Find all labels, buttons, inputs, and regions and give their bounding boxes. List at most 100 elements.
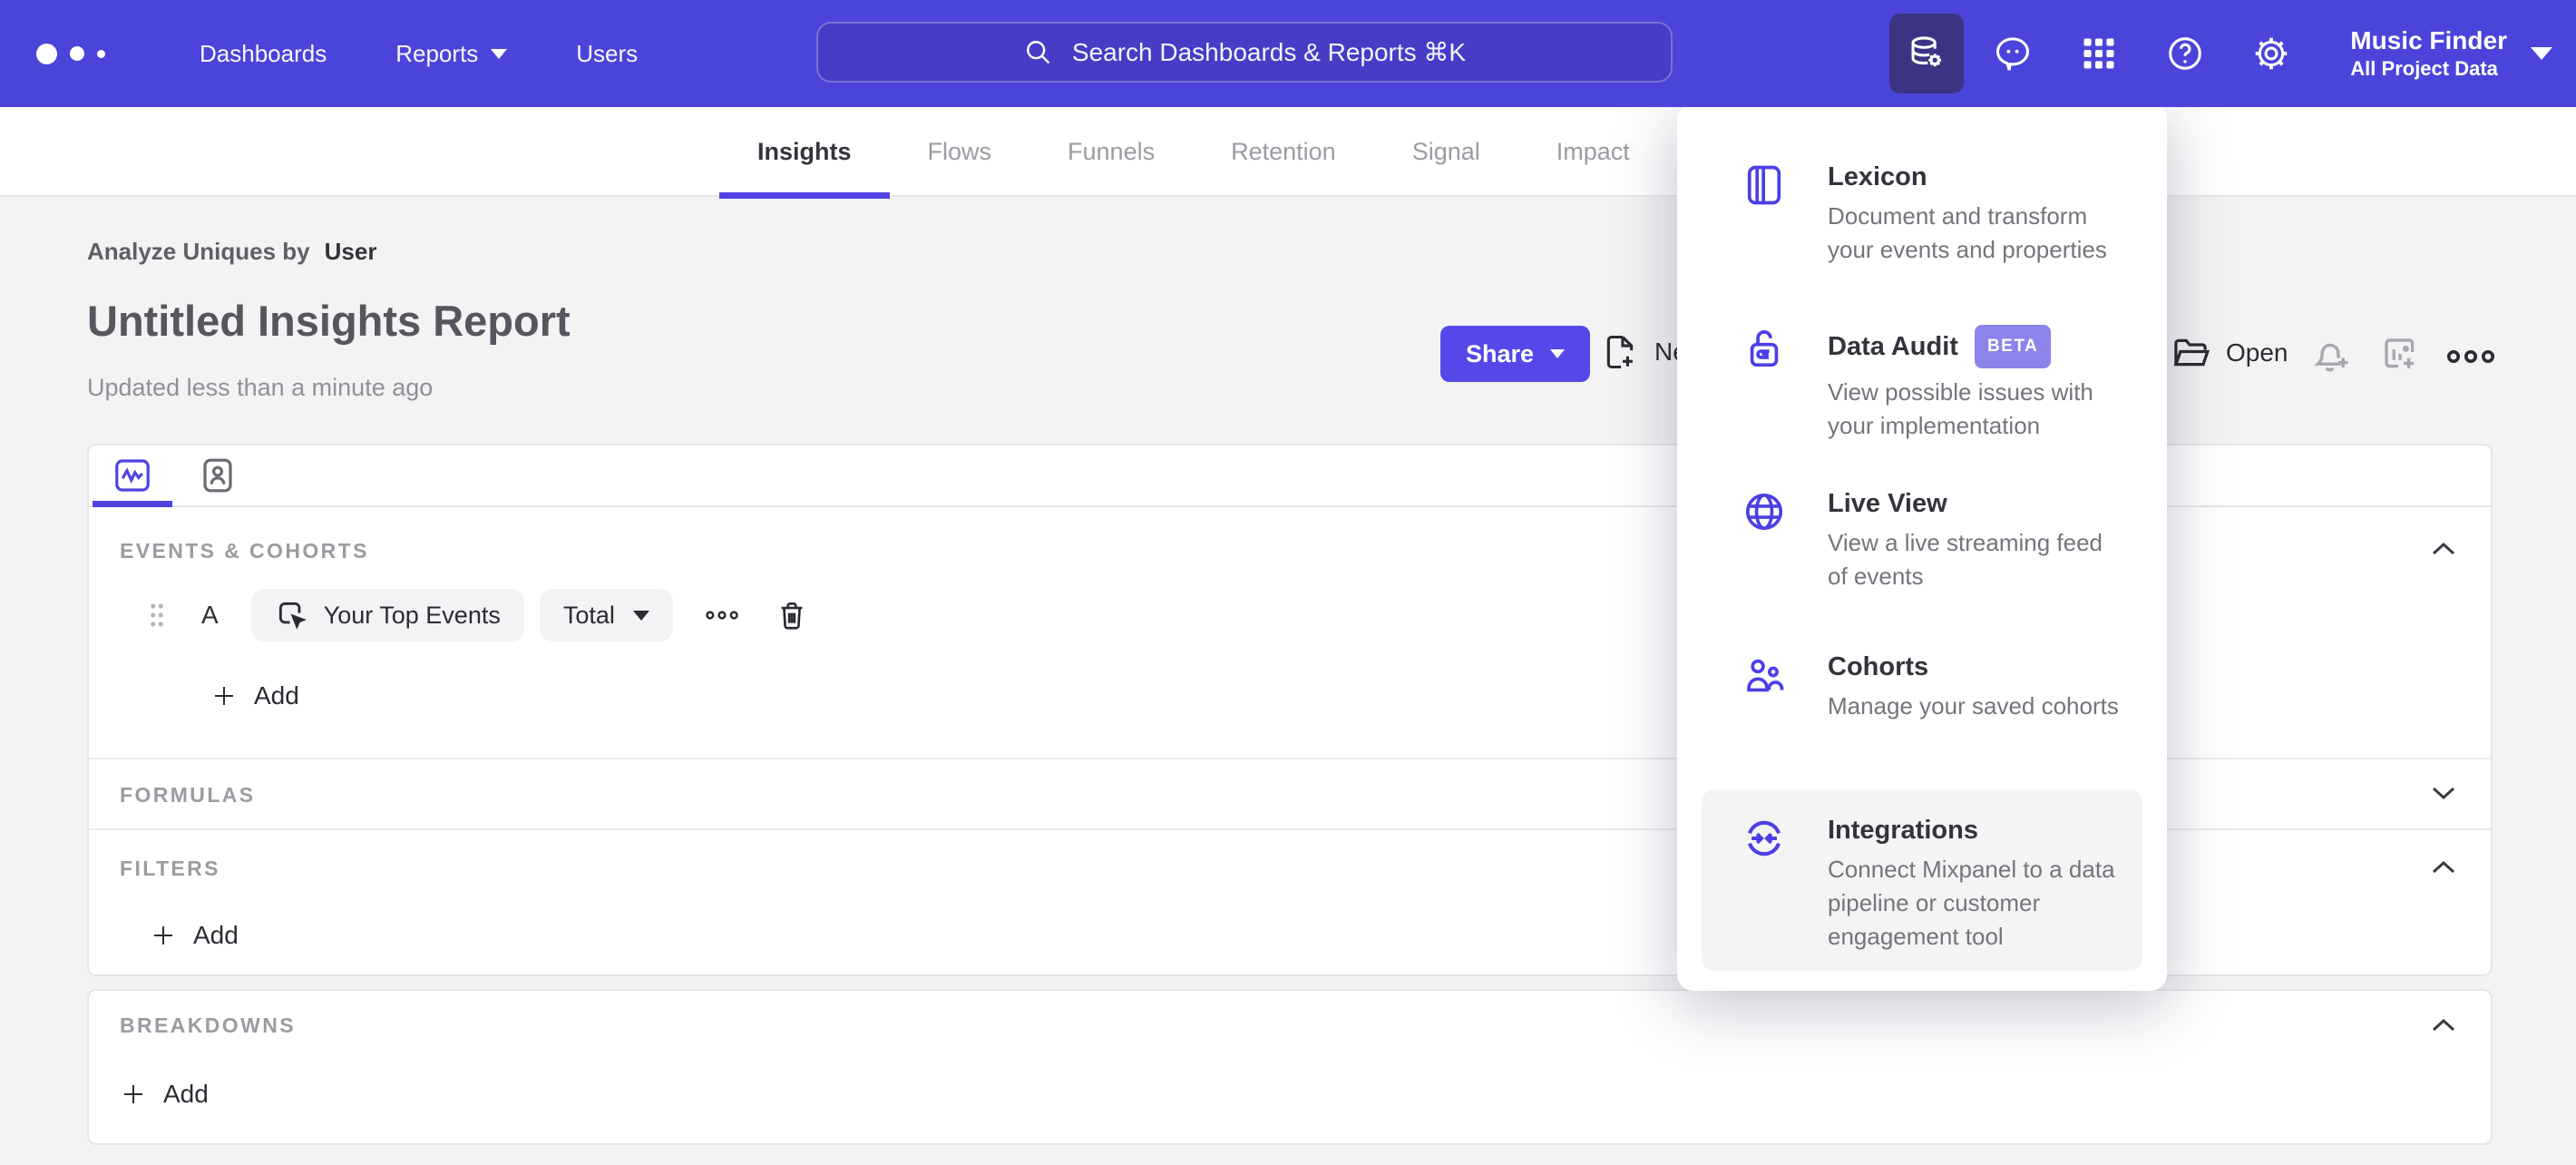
bell-plus-icon [2314,343,2348,372]
breadcrumb-value[interactable]: User [325,238,377,266]
aggregation-value: Total [562,601,615,629]
caret-down-icon [491,48,508,59]
folder-open-icon [2173,338,2210,367]
lock-audit-icon [1741,325,1788,372]
builder-tab-profiles[interactable] [196,454,239,497]
nav-right-cluster: Music Finder All Project Data [1878,0,2552,107]
project-name: Music Finder [2350,26,2507,54]
kebab-menu-icon [2447,350,2494,363]
profile-card-icon [203,458,232,493]
chat-bubble-icon [1996,37,2030,71]
menu-item-data-audit[interactable]: Data Audit BETA View possible issues with… [1702,299,2142,463]
add-label: Add [254,681,299,710]
lexicon-book-icon [1741,162,1788,209]
menu-item-lexicon[interactable]: Lexicon Document and transform your even… [1702,136,2142,299]
collapse-chevron-up-icon[interactable] [2429,1015,2458,1035]
apps-grid-button[interactable] [2062,14,2136,93]
delete-series-button[interactable] [775,597,809,633]
tab-label: Flows [927,138,992,165]
plus-icon [215,687,233,705]
add-to-dashboard-button[interactable] [2378,332,2422,380]
event-name: Your Top Events [323,601,501,629]
page-title[interactable]: Untitled Insights Report [87,296,571,346]
aggregation-dropdown[interactable]: Total [539,589,673,641]
nav-item-label: Reports [395,39,479,67]
menu-item-cohorts[interactable]: Cohorts Manage your saved cohorts [1702,626,2142,789]
search-input[interactable]: Search Dashboards & Reports ⌘K [816,22,1673,83]
caret-down-icon [1550,349,1566,358]
feedback-button[interactable] [1976,14,2050,93]
alert-button[interactable] [2309,334,2353,382]
breadcrumb: Analyze Uniques by User [87,238,376,266]
menu-item-live-view[interactable]: Live View View a live streaming feed of … [1702,463,2142,626]
pulse-chart-icon [115,459,150,492]
tab-insights[interactable]: Insights [719,107,890,199]
nav-item-label: Users [576,39,639,67]
share-button[interactable]: Share [1440,326,1591,382]
updated-timestamp: Updated less than a minute ago [87,374,434,401]
open-report-button[interactable]: Open [2170,332,2288,374]
section-label: BREAKDOWNS [120,1013,296,1037]
collapse-chevron-up-icon[interactable] [2429,539,2458,559]
beta-badge: BETA [1974,325,2052,368]
menu-item-description: Document and transform your events and p… [1828,202,2107,263]
grid-icon [2083,38,2114,69]
tab-retention[interactable]: Retention [1193,107,1374,197]
add-label: Add [163,1080,209,1108]
database-gear-icon [1911,36,1942,67]
logo-dot [36,43,57,64]
tab-label: Insights [757,138,852,165]
integrations-sync-icon [1741,815,1788,862]
expand-chevron-down-icon[interactable] [2429,783,2458,803]
breadcrumb-prefix: Analyze Uniques by [87,238,310,265]
settings-button[interactable] [2234,14,2308,93]
nav-item-dashboards[interactable]: Dashboards [200,40,327,68]
more-actions-button[interactable] [2445,345,2496,373]
logo-dot [97,49,105,58]
caret-down-icon [2531,47,2552,60]
tab-label: Retention [1231,138,1336,165]
help-button[interactable] [2148,14,2222,93]
add-label: Add [193,921,239,949]
globe-icon [1741,488,1788,535]
nav-item-label: Dashboards [200,39,327,67]
tab-impact[interactable]: Impact [1518,107,1668,197]
search-icon [1026,40,1050,64]
series-letter: A [201,601,219,629]
logo-dot [70,46,84,61]
tab-flows[interactable]: Flows [890,107,1030,197]
caret-down-icon [632,610,649,621]
nav-item-users[interactable]: Users [576,40,638,68]
open-label: Open [2226,338,2288,367]
nav-links: Dashboards Reports Users [200,40,638,68]
menu-item-title: Live View [1828,489,1947,518]
report-tabs: Insights Flows Funnels Retention Signal … [719,107,1668,199]
menu-item-description: View possible issues with your implement… [1828,378,2093,439]
help-circle-icon [2169,37,2202,70]
report-tabbar: Insights Flows Funnels Retention Signal … [0,107,2576,199]
menu-item-description: Connect Mixpanel to a data pipeline or c… [1828,856,2115,950]
tab-label: Funnels [1068,138,1156,165]
chart-board-plus-icon [2385,338,2415,368]
menu-item-integrations[interactable]: Integrations Connect Mixpanel to a data … [1702,789,2142,971]
builder-tab-metrics[interactable] [111,454,154,497]
breakdowns-card: BREAKDOWNS Add [87,989,2493,1145]
add-breakdown-button[interactable]: Add [120,1080,2460,1109]
tab-signal[interactable]: Signal [1374,107,1518,197]
drag-handle-icon[interactable] [143,600,171,631]
plus-icon [154,926,172,945]
project-scope: All Project Data [2350,57,2498,80]
search-placeholder: Search Dashboards & Reports ⌘K [1071,38,1467,66]
nav-item-reports[interactable]: Reports [395,39,508,68]
menu-item-title: Data Audit [1828,332,1958,361]
data-management-button[interactable] [1889,14,1965,93]
series-options-button[interactable] [704,607,740,623]
tab-label: Impact [1556,138,1630,165]
collapse-chevron-up-icon[interactable] [2429,857,2458,877]
gear-icon [2256,37,2288,70]
tab-funnels[interactable]: Funnels [1029,107,1193,197]
event-selector-button[interactable]: Your Top Events [250,589,524,641]
project-selector[interactable]: Music Finder All Project Data [2350,25,2552,82]
top-nav: Dashboards Reports Users Search Dashboar… [0,0,2576,107]
mixpanel-logo[interactable] [36,43,163,64]
